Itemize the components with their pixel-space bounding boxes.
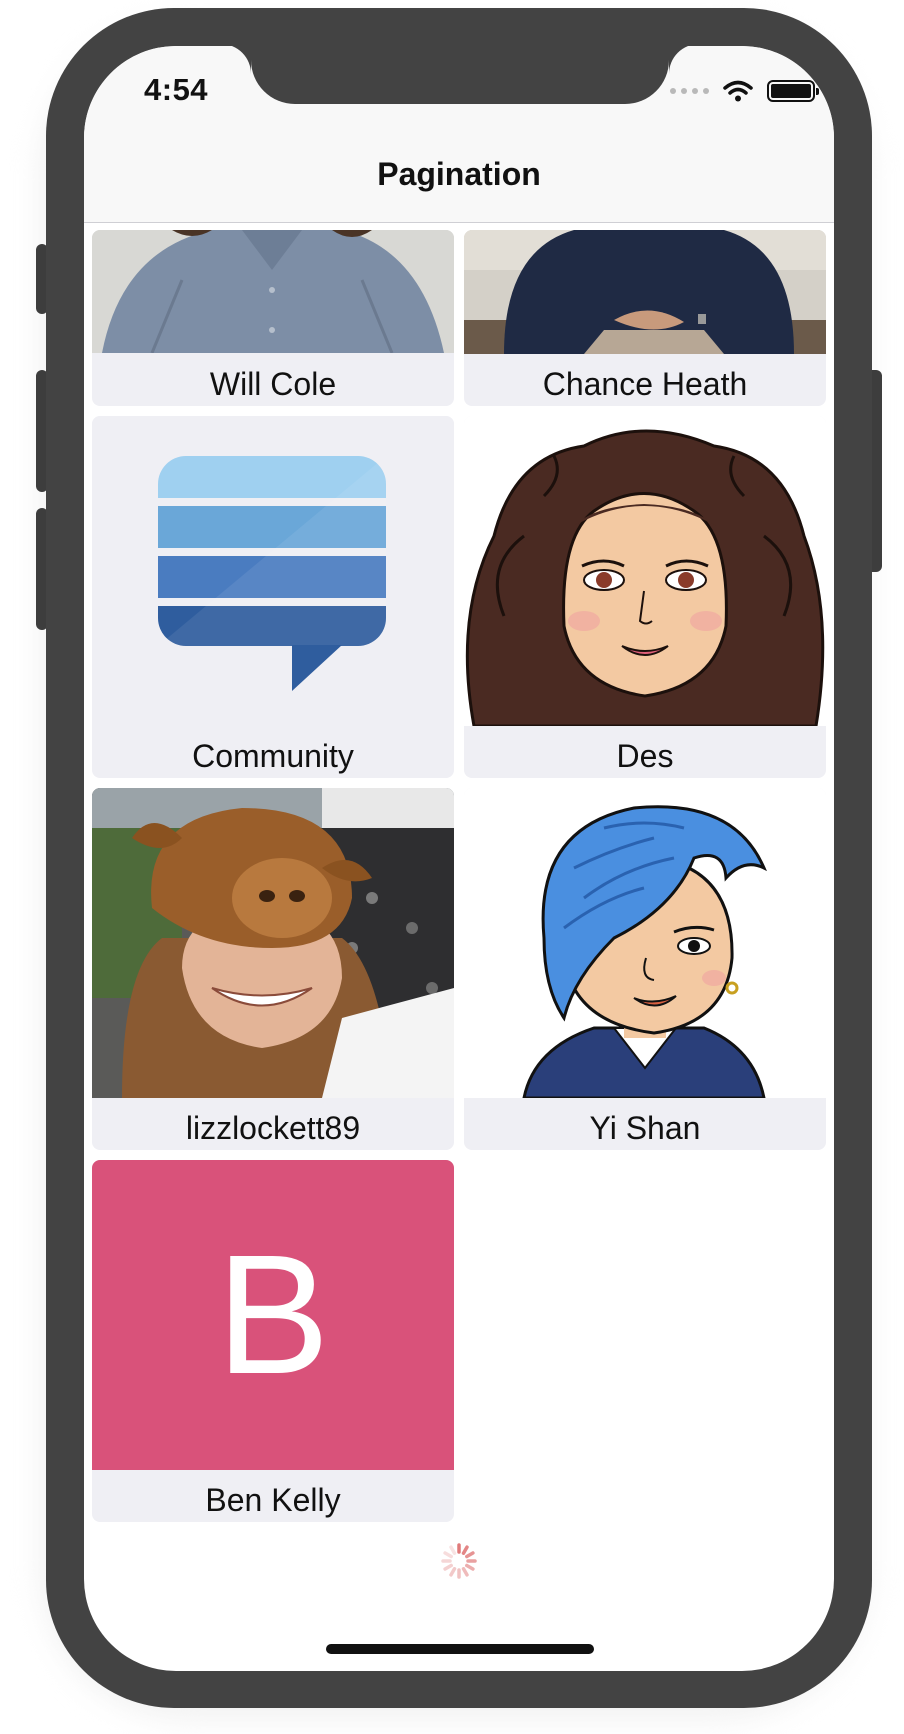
user-cell[interactable]: Community <box>92 416 454 778</box>
user-name: Community <box>192 738 354 774</box>
photo-man-suit-icon <box>464 230 826 354</box>
home-indicator[interactable] <box>326 1644 594 1654</box>
stack-exchange-logo-icon <box>92 416 454 726</box>
cellular-signal-icon <box>670 88 709 94</box>
photo-man-shirt-icon <box>92 230 454 353</box>
user-cell[interactable]: Chance Heath <box>464 230 826 406</box>
battery-icon <box>767 80 819 102</box>
user-cell[interactable]: Des <box>464 416 826 778</box>
page-title: Pagination <box>377 156 541 192</box>
user-cell[interactable]: Yi Shan <box>464 788 826 1150</box>
user-name: Will Cole <box>209 366 337 402</box>
screen: Will Cole Chance Heath Community Des liz… <box>84 46 834 1671</box>
status-time: 4:54 <box>144 72 209 107</box>
user-name: Chance Heath <box>542 366 748 402</box>
avatar-initial: B <box>216 1220 330 1410</box>
bitmoji-curly-hair-icon <box>464 416 826 726</box>
letter-avatar-icon: B <box>92 1160 454 1470</box>
notch-corner <box>221 46 251 74</box>
wifi-icon <box>723 80 753 102</box>
user-collection[interactable]: Will Cole Chance Heath Community Des liz… <box>84 46 834 1671</box>
photo-woman-hat-icon <box>92 788 454 1098</box>
user-name: lizzlockett89 <box>185 1110 361 1146</box>
user-name: Ben Kelly <box>205 1482 341 1518</box>
notch-corner <box>669 46 699 74</box>
user-name: Des <box>616 738 674 774</box>
user-name: Yi Shan <box>589 1110 701 1146</box>
user-cell[interactable]: lizzlockett89 <box>92 788 454 1150</box>
loading-spinner-icon <box>441 1543 477 1579</box>
user-cell[interactable]: Will Cole <box>92 230 454 406</box>
status-icons <box>670 76 819 106</box>
user-cell[interactable]: B Ben Kelly <box>92 1160 454 1522</box>
notch <box>251 46 669 104</box>
bitmoji-blue-hair-icon <box>464 788 826 1098</box>
